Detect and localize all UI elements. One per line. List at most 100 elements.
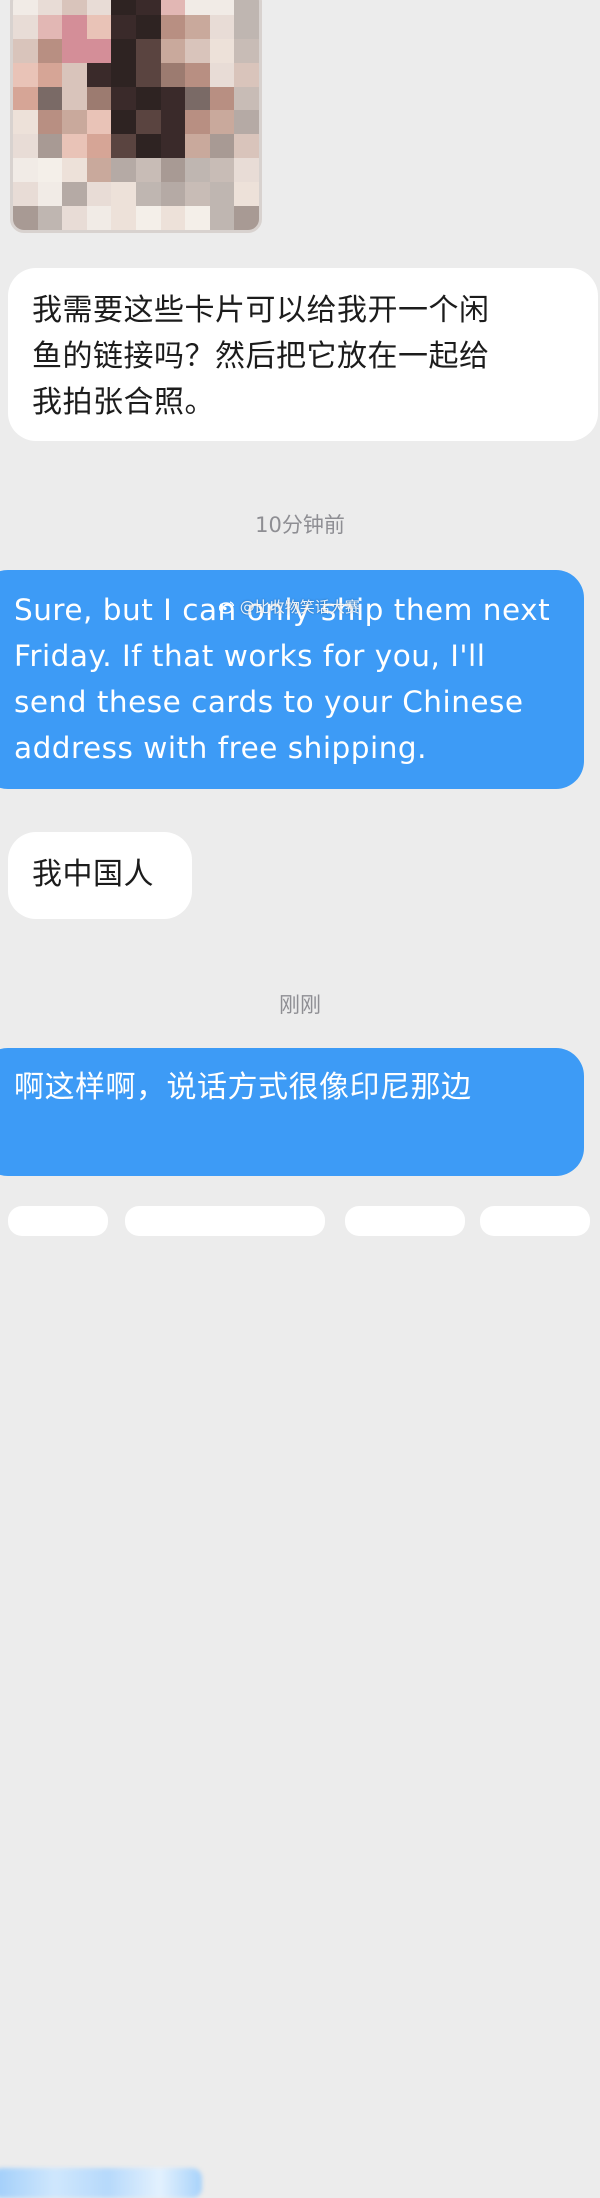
mosaic-pixel (111, 86, 136, 111)
pixelated-photo-message[interactable] (10, 0, 262, 233)
mosaic-pixel (86, 14, 112, 39)
mosaic-pixel (13, 38, 38, 63)
mosaic-pixel (13, 182, 38, 207)
mosaic-pixel (185, 62, 210, 87)
mosaic-pixel (111, 182, 136, 207)
mosaic-pixel (136, 38, 161, 63)
message-text-line: address with free shipping. (14, 731, 427, 765)
mosaic-pixel (209, 182, 235, 207)
mosaic-pixel (111, 38, 136, 63)
mosaic-pixel (86, 86, 112, 111)
mosaic-pixel (86, 0, 112, 15)
mosaic-pixel (234, 62, 259, 87)
mosaic-pixel (209, 158, 235, 183)
mosaic-pixel (13, 62, 38, 87)
watermark-text: @比收物笑话大赛 (239, 598, 360, 616)
mosaic-pixel (111, 14, 136, 39)
message-timestamp: 10分钟前 (255, 513, 345, 537)
mosaic-pixel (234, 158, 259, 183)
mosaic-pixel (209, 38, 235, 63)
next-message-bubble-edge (345, 1206, 465, 1236)
mosaic-pixel (160, 86, 186, 111)
mosaic-pixel (62, 134, 87, 159)
mosaic-pixel (86, 62, 112, 87)
message-text-line: Friday. If that works for you, I'll (14, 639, 486, 673)
mosaic-pixel (62, 62, 87, 87)
mosaic-pixel (136, 14, 161, 39)
mosaic-pixel (209, 110, 235, 135)
mosaic-pixel (62, 158, 87, 183)
mosaic-pixel (111, 62, 136, 87)
mosaic-pixel (111, 134, 136, 159)
mosaic-pixel (111, 158, 136, 183)
mosaic-pixel (136, 134, 161, 159)
mosaic-pixel (160, 62, 186, 87)
mosaic-pixel (37, 14, 63, 39)
mosaic-pixel (62, 206, 87, 230)
mosaic-pixel (185, 14, 210, 39)
mosaic-image (13, 0, 259, 230)
mosaic-pixel (234, 206, 259, 230)
mosaic-pixel (160, 134, 186, 159)
mosaic-pixel (136, 86, 161, 111)
mosaic-pixel (234, 0, 259, 15)
mosaic-pixel (13, 0, 38, 15)
message-text-line: 我拍张合照。 (32, 385, 215, 420)
next-message-bubble-edge (8, 1206, 108, 1236)
mosaic-pixel (136, 158, 161, 183)
mosaic-pixel (86, 38, 112, 63)
mosaic-pixel (185, 206, 210, 230)
chat-thread: 我需要这些卡片可以给我开一个闲 鱼的链接吗？然后把它放在一起给 我拍张合照。 1… (0, 0, 600, 2198)
mosaic-pixel (13, 14, 38, 39)
mosaic-pixel (86, 110, 112, 135)
mosaic-pixel (209, 62, 235, 87)
mosaic-pixel (234, 182, 259, 207)
mosaic-pixel (185, 110, 210, 135)
mosaic-pixel (185, 86, 210, 111)
mosaic-pixel (136, 110, 161, 135)
mosaic-pixel (37, 182, 63, 207)
mosaic-pixel (86, 206, 112, 230)
mosaic-pixel (160, 110, 186, 135)
incoming-message-bubble[interactable]: 我需要这些卡片可以给我开一个闲 鱼的链接吗？然后把它放在一起给 我拍张合照。 (8, 268, 598, 441)
mosaic-pixel (111, 110, 136, 135)
mosaic-pixel (209, 0, 235, 15)
mosaic-pixel (37, 158, 63, 183)
outgoing-message-bubble[interactable]: 啊这样啊，说话方式很像印尼那边 (0, 1048, 584, 2198)
mosaic-pixel (111, 0, 136, 15)
mosaic-pixel (136, 62, 161, 87)
mosaic-pixel (160, 14, 186, 39)
mosaic-pixel (185, 134, 210, 159)
mosaic-pixel (37, 62, 63, 87)
mosaic-pixel (160, 158, 186, 183)
mosaic-pixel (160, 0, 186, 15)
mosaic-pixel (160, 38, 186, 63)
mosaic-pixel (62, 110, 87, 135)
mosaic-pixel (160, 206, 186, 230)
mosaic-pixel (37, 38, 63, 63)
mosaic-pixel (13, 158, 38, 183)
mosaic-pixel (160, 182, 186, 207)
mosaic-pixel (37, 134, 63, 159)
mosaic-pixel (62, 182, 87, 207)
message-text-line: 啊这样啊，说话方式很像印尼那边 (14, 1070, 472, 1105)
weibo-logo-icon (218, 598, 240, 616)
next-message-bubble-edge (480, 1206, 590, 1236)
mosaic-pixel (86, 134, 112, 159)
incoming-message-bubble[interactable]: 我中国人 (8, 832, 192, 919)
mosaic-pixel (209, 86, 235, 111)
mosaic-pixel (86, 182, 112, 207)
mosaic-pixel (209, 206, 235, 230)
message-text-line: 我需要这些卡片可以给我开一个闲 (32, 293, 490, 328)
mosaic-pixel (234, 38, 259, 63)
mosaic-pixel (62, 86, 87, 111)
mosaic-pixel (111, 206, 136, 230)
mosaic-pixel (185, 38, 210, 63)
mosaic-pixel (136, 206, 161, 230)
mosaic-pixel (86, 158, 112, 183)
mosaic-pixel (209, 14, 235, 39)
next-message-bubble-edge (125, 1206, 325, 1236)
mosaic-pixel (185, 182, 210, 207)
mosaic-pixel (13, 110, 38, 135)
mosaic-pixel (136, 0, 161, 15)
